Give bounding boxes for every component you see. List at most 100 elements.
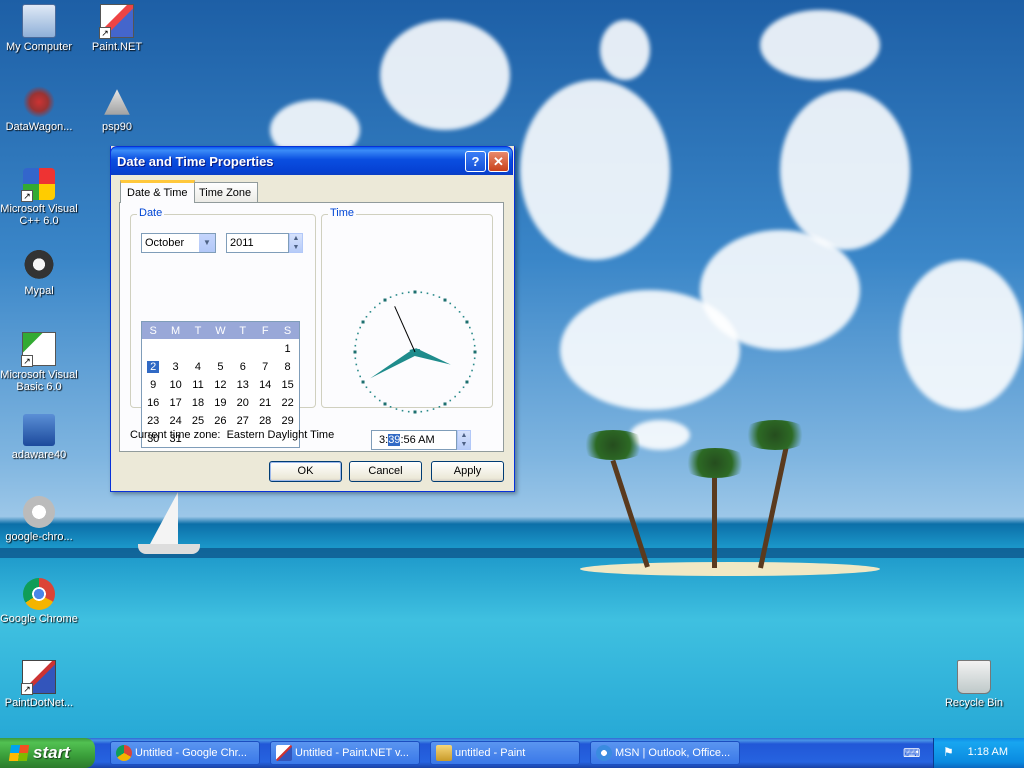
calendar-day[interactable]: 11 xyxy=(187,377,209,393)
clock-minute-tick xyxy=(469,326,471,329)
spin-up-icon[interactable]: ▲ xyxy=(458,431,470,440)
desktop-icon-my-computer[interactable]: My Computer xyxy=(0,4,78,53)
calendar-day[interactable]: 8 xyxy=(276,359,298,375)
clock-minute-tick xyxy=(472,338,475,341)
calendar-day[interactable]: 1 xyxy=(276,341,298,357)
cloud xyxy=(780,90,910,250)
calendar-day[interactable]: 10 xyxy=(164,377,186,393)
desktop-icon-mypal[interactable]: Mypal xyxy=(0,250,78,297)
calendar-day[interactable]: 22 xyxy=(276,395,298,411)
calendar-day[interactable]: 16 xyxy=(142,395,164,411)
taskbar-clock[interactable]: 1:18 AM xyxy=(968,746,1008,758)
palm-tree-leaves xyxy=(740,420,810,450)
calendar-day[interactable]: 5 xyxy=(209,359,231,375)
system-tray: ⚑ 1:18 AM xyxy=(933,738,1024,768)
apply-button[interactable]: Apply xyxy=(431,461,504,482)
calendar-day[interactable]: 24 xyxy=(164,413,186,429)
clock-minute-tick xyxy=(454,395,456,398)
time-minute[interactable]: 39 xyxy=(388,434,401,446)
calendar-day[interactable]: 20 xyxy=(232,395,254,411)
clock-minute-tick xyxy=(374,306,376,309)
clock-minute-tick xyxy=(426,409,429,412)
calendar-day[interactable]: 19 xyxy=(209,395,231,411)
tab-time-zone[interactable]: Time Zone xyxy=(192,182,259,202)
desktop-icon-google-chrome-installer[interactable]: google-chro... xyxy=(0,496,78,543)
desktop-icon-visual-cpp[interactable]: Microsoft Visual C++ 6.0 xyxy=(0,168,78,227)
month-dropdown[interactable]: October ▼ xyxy=(141,233,216,253)
start-button[interactable]: start xyxy=(0,738,95,768)
clock-minute-tick xyxy=(357,369,359,372)
calendar-day[interactable]: 25 xyxy=(187,413,209,429)
calendar-day[interactable]: 27 xyxy=(232,413,254,429)
calendar-day[interactable]: 13 xyxy=(232,377,254,393)
desktop-icon-label: My Computer xyxy=(5,41,73,53)
calendar-day[interactable]: 2 xyxy=(142,359,164,375)
tab-date-time[interactable]: Date & Time xyxy=(120,180,195,203)
visual-cpp-icon xyxy=(21,168,55,202)
month-value: October xyxy=(145,237,185,249)
calendar-day[interactable]: 3 xyxy=(164,359,186,375)
calendar-day[interactable]: 4 xyxy=(187,359,209,375)
help-button[interactable]: ? xyxy=(465,151,486,172)
year-spinner[interactable]: ▲ ▼ xyxy=(289,233,303,253)
clock-hour-tick xyxy=(473,350,477,354)
clock-minute-tick xyxy=(378,302,381,305)
spin-down-icon[interactable]: ▼ xyxy=(458,440,470,449)
calendar-day[interactable]: 28 xyxy=(254,413,276,429)
calendar-day[interactable]: 14 xyxy=(254,377,276,393)
desktop-icon-recycle-bin[interactable]: Recycle Bin xyxy=(935,660,1013,709)
cloud xyxy=(600,20,650,80)
spin-up-icon[interactable]: ▲ xyxy=(290,234,302,243)
clock-hour-tick xyxy=(383,298,387,302)
taskbar-item-label: Untitled - Paint.NET v... xyxy=(295,747,409,759)
desktop-icon-adaware[interactable]: adaware40 xyxy=(0,414,78,461)
close-button[interactable]: ✕ xyxy=(488,151,509,172)
calendar-day[interactable]: 18 xyxy=(187,395,209,411)
time-field[interactable]: 3:39:56 AM xyxy=(371,430,457,450)
desktop-icon-paintnet[interactable]: Paint.NET xyxy=(78,4,156,53)
year-field[interactable]: 2011 xyxy=(226,233,289,253)
calendar-day[interactable]: 23 xyxy=(142,413,164,429)
calendar-day[interactable]: 17 xyxy=(164,395,186,411)
desktop-icon-datawagon[interactable]: DataWagon... xyxy=(0,86,78,133)
time-seconds-ampm[interactable]: :56 AM xyxy=(400,434,434,446)
taskbar-item-paintnet[interactable]: Untitled - Paint.NET v... xyxy=(270,741,420,765)
chrome-icon xyxy=(23,578,55,610)
taskbar-item-paint[interactable]: untitled - Paint xyxy=(430,741,580,765)
computer-icon xyxy=(22,4,56,38)
clock-minute-tick xyxy=(395,408,398,410)
ok-button[interactable]: OK xyxy=(269,461,342,482)
desktop-icon-visual-basic[interactable]: Microsoft Visual Basic 6.0 xyxy=(0,332,78,393)
calendar-day[interactable]: 12 xyxy=(209,377,231,393)
calendar-day[interactable]: 15 xyxy=(276,377,298,393)
taskbar-item-msn[interactable]: MSN | Outlook, Office... xyxy=(590,741,740,765)
date-group-label: Date xyxy=(137,207,165,219)
calendar-day[interactable]: 6 xyxy=(232,359,254,375)
clock-second-hand xyxy=(394,306,416,353)
clock-hour-tick xyxy=(465,320,469,324)
tray-network-icon[interactable]: ⚑ xyxy=(943,745,957,759)
clock-minute-tick xyxy=(355,363,358,366)
calendar-day[interactable]: 9 xyxy=(142,377,164,393)
spin-down-icon[interactable]: ▼ xyxy=(290,243,302,252)
clock-minute-tick xyxy=(469,375,471,378)
clock-hour-tick xyxy=(443,298,447,302)
keyboard-icon[interactable]: ⌨ xyxy=(903,746,920,760)
dialog-titlebar[interactable]: Date and Time Properties ? ✕ xyxy=(110,146,513,175)
desktop-icon-label: psp90 xyxy=(102,121,132,133)
cancel-button[interactable]: Cancel xyxy=(349,461,422,482)
taskbar-item-chrome[interactable]: Untitled - Google Chr... xyxy=(110,741,260,765)
calendar-day[interactable]: 26 xyxy=(209,413,231,429)
chevron-down-icon[interactable]: ▼ xyxy=(198,234,215,252)
calendar-day[interactable]: 29 xyxy=(276,413,298,429)
desktop-icon-google-chrome[interactable]: Google Chrome xyxy=(0,578,78,625)
taskbar-item-label: Untitled - Google Chr... xyxy=(135,747,247,759)
time-spinner[interactable]: ▲ ▼ xyxy=(457,430,471,450)
calendar-day[interactable]: 21 xyxy=(254,395,276,411)
desktop-icon-psp90[interactable]: psp90 xyxy=(78,86,156,133)
mypal-icon xyxy=(23,250,55,282)
clock-minute-hand xyxy=(370,348,421,379)
desktop-icon-paintdotnet[interactable]: PaintDotNet... xyxy=(0,660,78,709)
calendar-day[interactable]: 7 xyxy=(254,359,276,375)
clock-hour-tick xyxy=(413,290,417,294)
